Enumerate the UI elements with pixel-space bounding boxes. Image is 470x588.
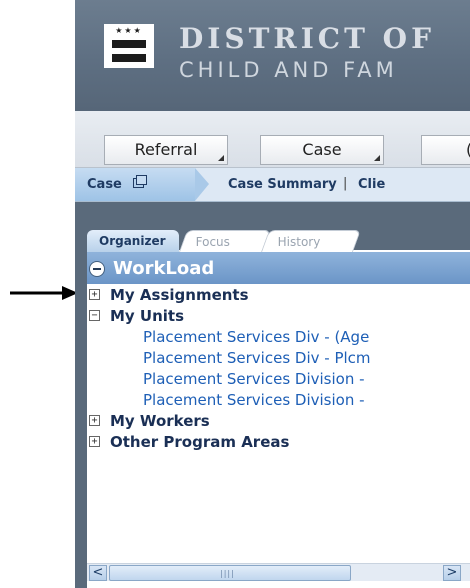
- tab-organizer[interactable]: Organizer: [87, 230, 179, 252]
- agency-title-line1: DISTRICT OF: [179, 22, 435, 55]
- unit-link[interactable]: Placement Services Div - (Age: [143, 328, 369, 348]
- workload-header[interactable]: WorkLoad: [87, 252, 470, 284]
- dc-flag-logo: ★★★: [104, 24, 154, 68]
- unit-link[interactable]: Placement Services Division -: [143, 370, 365, 390]
- dropdown-corner-icon: [218, 155, 224, 161]
- collapse-minus-icon[interactable]: −: [89, 310, 100, 321]
- case-menu-label: Case: [302, 140, 342, 159]
- tab-organizer-label: Organizer: [99, 234, 166, 248]
- breadcrumb-client[interactable]: Clie: [358, 177, 385, 192]
- tree-node-label[interactable]: My Units: [110, 307, 184, 325]
- app-window: ★★★ DISTRICT OF CHILD AND FAM Referral C…: [75, 0, 470, 588]
- breadcrumb-active-case[interactable]: Case: [75, 168, 209, 201]
- scroll-right-arrow-icon[interactable]: >: [443, 565, 461, 581]
- window-icon: [133, 175, 147, 188]
- next-menu-button[interactable]: (: [421, 135, 470, 165]
- referral-menu-label: Referral: [134, 140, 198, 159]
- workload-title: WorkLoad: [113, 258, 215, 279]
- case-menu-button[interactable]: Case: [260, 135, 384, 165]
- annotation-arrow-icon: [10, 286, 78, 300]
- expand-plus-icon[interactable]: +: [89, 415, 100, 426]
- tab-focus[interactable]: Focus: [178, 230, 272, 252]
- horizontal-scrollbar[interactable]: < |||| >: [87, 563, 470, 581]
- breadcrumb-case-label: Case: [87, 177, 122, 192]
- tree-node-label[interactable]: My Workers: [110, 412, 210, 430]
- referral-menu-button[interactable]: Referral: [104, 135, 228, 165]
- scroll-left-arrow-icon[interactable]: <: [89, 565, 107, 581]
- tab-history-label: History: [277, 235, 321, 249]
- tree-node-label[interactable]: My Assignments: [110, 286, 249, 304]
- next-menu-label: (: [466, 140, 470, 159]
- tab-history[interactable]: History: [260, 230, 362, 252]
- unit-link[interactable]: Placement Services Div - Plcm: [143, 349, 371, 369]
- collapse-circle-icon[interactable]: [89, 261, 105, 277]
- menu-bar: Referral Case (: [75, 111, 470, 168]
- breadcrumb-separator: |: [343, 176, 348, 191]
- expand-plus-icon[interactable]: +: [89, 289, 100, 300]
- scrollbar-thumb[interactable]: ||||: [109, 565, 351, 581]
- grip-icon: ||||: [220, 569, 235, 578]
- tree-node-label[interactable]: Other Program Areas: [110, 433, 289, 451]
- logo-stars: ★★★: [115, 26, 143, 35]
- breadcrumb-case-summary[interactable]: Case Summary: [228, 177, 337, 192]
- agency-title-line2: CHILD AND FAM: [179, 58, 398, 82]
- expand-plus-icon[interactable]: +: [89, 436, 100, 447]
- app-header: ★★★ DISTRICT OF CHILD AND FAM: [75, 0, 470, 111]
- unit-link[interactable]: Placement Services Division -: [143, 391, 365, 411]
- tab-focus-label: Focus: [195, 235, 230, 249]
- breadcrumb: Case Case Summary | Clie: [75, 168, 470, 202]
- dropdown-corner-icon: [374, 155, 380, 161]
